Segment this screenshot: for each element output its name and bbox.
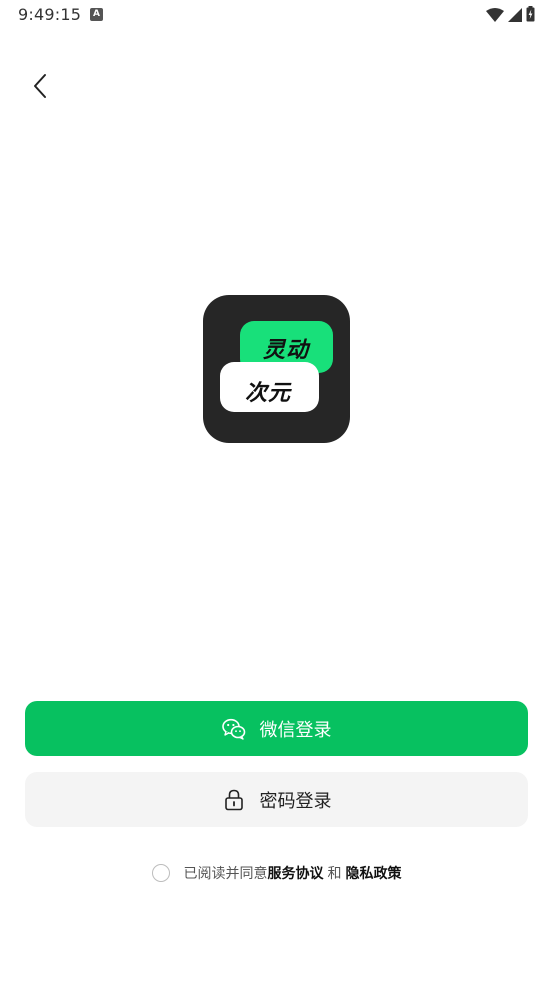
status-bar: 9:49:15 A [0, 0, 553, 30]
login-screen: 9:49:15 A 灵动 次元 微信登录 密码登录 已阅读并同意 服务协议 和 … [0, 0, 553, 984]
chevron-left-icon [32, 73, 48, 103]
logo-bottom-text: 次元 [245, 381, 292, 406]
password-login-label: 密码登录 [259, 790, 332, 812]
agreement-checkbox[interactable] [151, 864, 170, 882]
back-button[interactable] [24, 72, 56, 104]
password-login-button[interactable]: 密码登录 [25, 772, 528, 827]
service-agreement-link[interactable]: 服务协议 [268, 863, 324, 883]
app-logo: 灵动 次元 [203, 295, 350, 443]
wechat-login-button[interactable]: 微信登录 [25, 701, 528, 756]
agreement-row: 已阅读并同意 服务协议 和 隐私政策 [0, 863, 553, 883]
status-time: 9:49:15 [18, 5, 82, 24]
wechat-icon [221, 717, 246, 741]
agreement-connector: 和 [327, 866, 342, 882]
wechat-login-label: 微信登录 [259, 719, 332, 741]
agreement-prefix: 已阅读并同意 [183, 866, 268, 882]
notification-a-icon: A [90, 8, 103, 21]
lock-icon [222, 788, 246, 812]
privacy-policy-link[interactable]: 隐私政策 [346, 863, 402, 883]
logo-top-text: 灵动 [263, 338, 310, 363]
battery-charging-icon [526, 6, 535, 26]
wifi-icon [486, 7, 504, 26]
signal-icon [508, 7, 522, 26]
status-icons [486, 6, 535, 26]
